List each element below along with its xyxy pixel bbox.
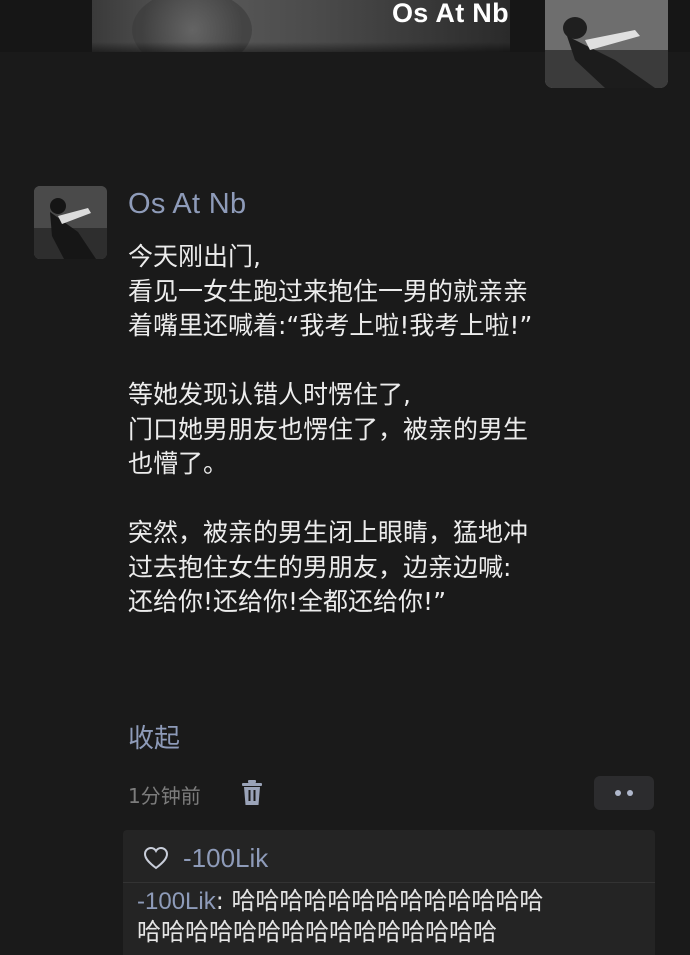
trash-icon[interactable] — [240, 780, 264, 806]
post-timestamp: 1分钟前 — [128, 784, 201, 808]
feedback-divider — [123, 882, 655, 883]
cover-header: Os At Nb — [0, 0, 690, 88]
comment-author[interactable]: -100Lik — [137, 888, 216, 915]
profile-name[interactable]: Os At Nb — [392, 0, 509, 29]
post-author-name[interactable]: Os At Nb — [128, 188, 246, 221]
post-line: 看见一女生跑过来抱住一男的就亲亲 — [128, 276, 529, 306]
comment-separator: : — [215, 887, 232, 915]
post-line: 突然，被亲的男生闭上眼睛，猛地冲 — [128, 518, 529, 547]
comment-line: -100Lik: 哈哈哈哈哈哈哈哈哈哈哈哈哈 — [137, 886, 647, 917]
post-line: 着嘴里还喊着:“我考上啦!我考上啦!” — [128, 311, 533, 340]
likes-row: -100Lik — [143, 840, 268, 876]
like-user-name[interactable]: -100Lik — [183, 843, 268, 874]
collapse-link[interactable]: 收起 — [128, 718, 180, 755]
post-paragraph-gap — [128, 344, 668, 379]
moments-page: Os At Nb Os At Nb 今天刚出门, 看见一女生跑过来抱住一男的就亲… — [0, 0, 690, 955]
post-line: 等她发现认错人时愣住了, — [128, 380, 411, 409]
comment-text: 哈哈哈哈哈哈哈哈哈哈哈哈哈 — [231, 887, 544, 915]
post-line: 还给你!还给你!全都还给你!” — [128, 587, 447, 616]
post-content: 今天刚出门, 看见一女生跑过来抱住一男的就亲亲 着嘴里还喊着:“我考上啦!我考上… — [128, 240, 668, 620]
comment-text: 哈哈哈哈哈哈哈哈哈哈哈哈哈哈哈 — [137, 918, 497, 946]
profile-avatar-image — [545, 0, 668, 88]
more-actions-button[interactable] — [594, 776, 654, 810]
feedback-panel: -100Lik -100Lik: 哈哈哈哈哈哈哈哈哈哈哈哈哈 哈哈哈哈哈哈哈哈哈… — [123, 830, 655, 955]
post-line: 今天刚出门, — [128, 242, 261, 271]
post-paragraph-gap — [128, 482, 668, 517]
post-line: 过去抱住女生的男朋友，边亲边喊: — [128, 552, 512, 582]
post-author-avatar[interactable] — [34, 186, 107, 259]
heart-outline-icon — [143, 846, 169, 870]
more-dots-icon — [615, 790, 621, 796]
more-dots-icon — [627, 790, 633, 796]
post-avatar-image — [34, 186, 107, 259]
comment-item[interactable]: -100Lik: 哈哈哈哈哈哈哈哈哈哈哈哈哈 哈哈哈哈哈哈哈哈哈哈哈哈哈哈哈 — [137, 886, 647, 948]
post-line: 门口她男朋友也愣住了，被亲的男生 — [128, 414, 529, 444]
post-line: 也懵了。 — [128, 449, 229, 478]
profile-avatar[interactable] — [545, 0, 668, 88]
